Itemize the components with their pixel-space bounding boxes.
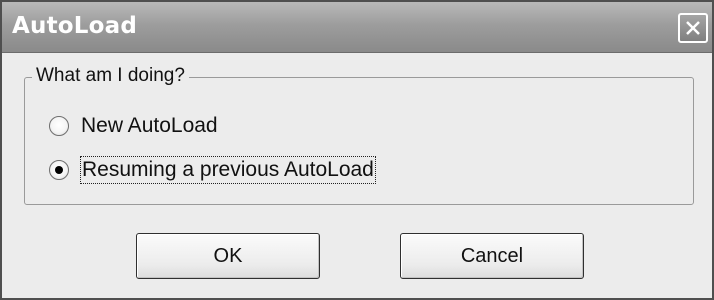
- radio-label-new-autoload: New AutoLoad: [81, 114, 218, 137]
- radio-button-resuming-autoload[interactable]: [49, 160, 69, 180]
- close-button[interactable]: [678, 13, 708, 43]
- window-title: AutoLoad: [12, 13, 138, 39]
- autoload-dialog: AutoLoad What am I doing? New AutoLoad R…: [0, 0, 714, 300]
- radio-label-resuming-autoload: Resuming a previous AutoLoad: [80, 156, 376, 184]
- radio-option-new-autoload[interactable]: New AutoLoad: [49, 111, 218, 141]
- cancel-button[interactable]: Cancel: [400, 233, 584, 279]
- ok-button[interactable]: OK: [136, 233, 320, 279]
- mode-groupbox: What am I doing? New AutoLoad Resuming a…: [24, 64, 694, 205]
- radio-option-resuming-autoload[interactable]: Resuming a previous AutoLoad: [49, 155, 376, 185]
- groupbox-legend: What am I doing?: [32, 64, 189, 88]
- radio-selected-dot: [55, 166, 63, 174]
- close-icon: [686, 21, 700, 35]
- radio-button-new-autoload[interactable]: [49, 116, 69, 136]
- title-bar[interactable]: AutoLoad: [2, 2, 712, 53]
